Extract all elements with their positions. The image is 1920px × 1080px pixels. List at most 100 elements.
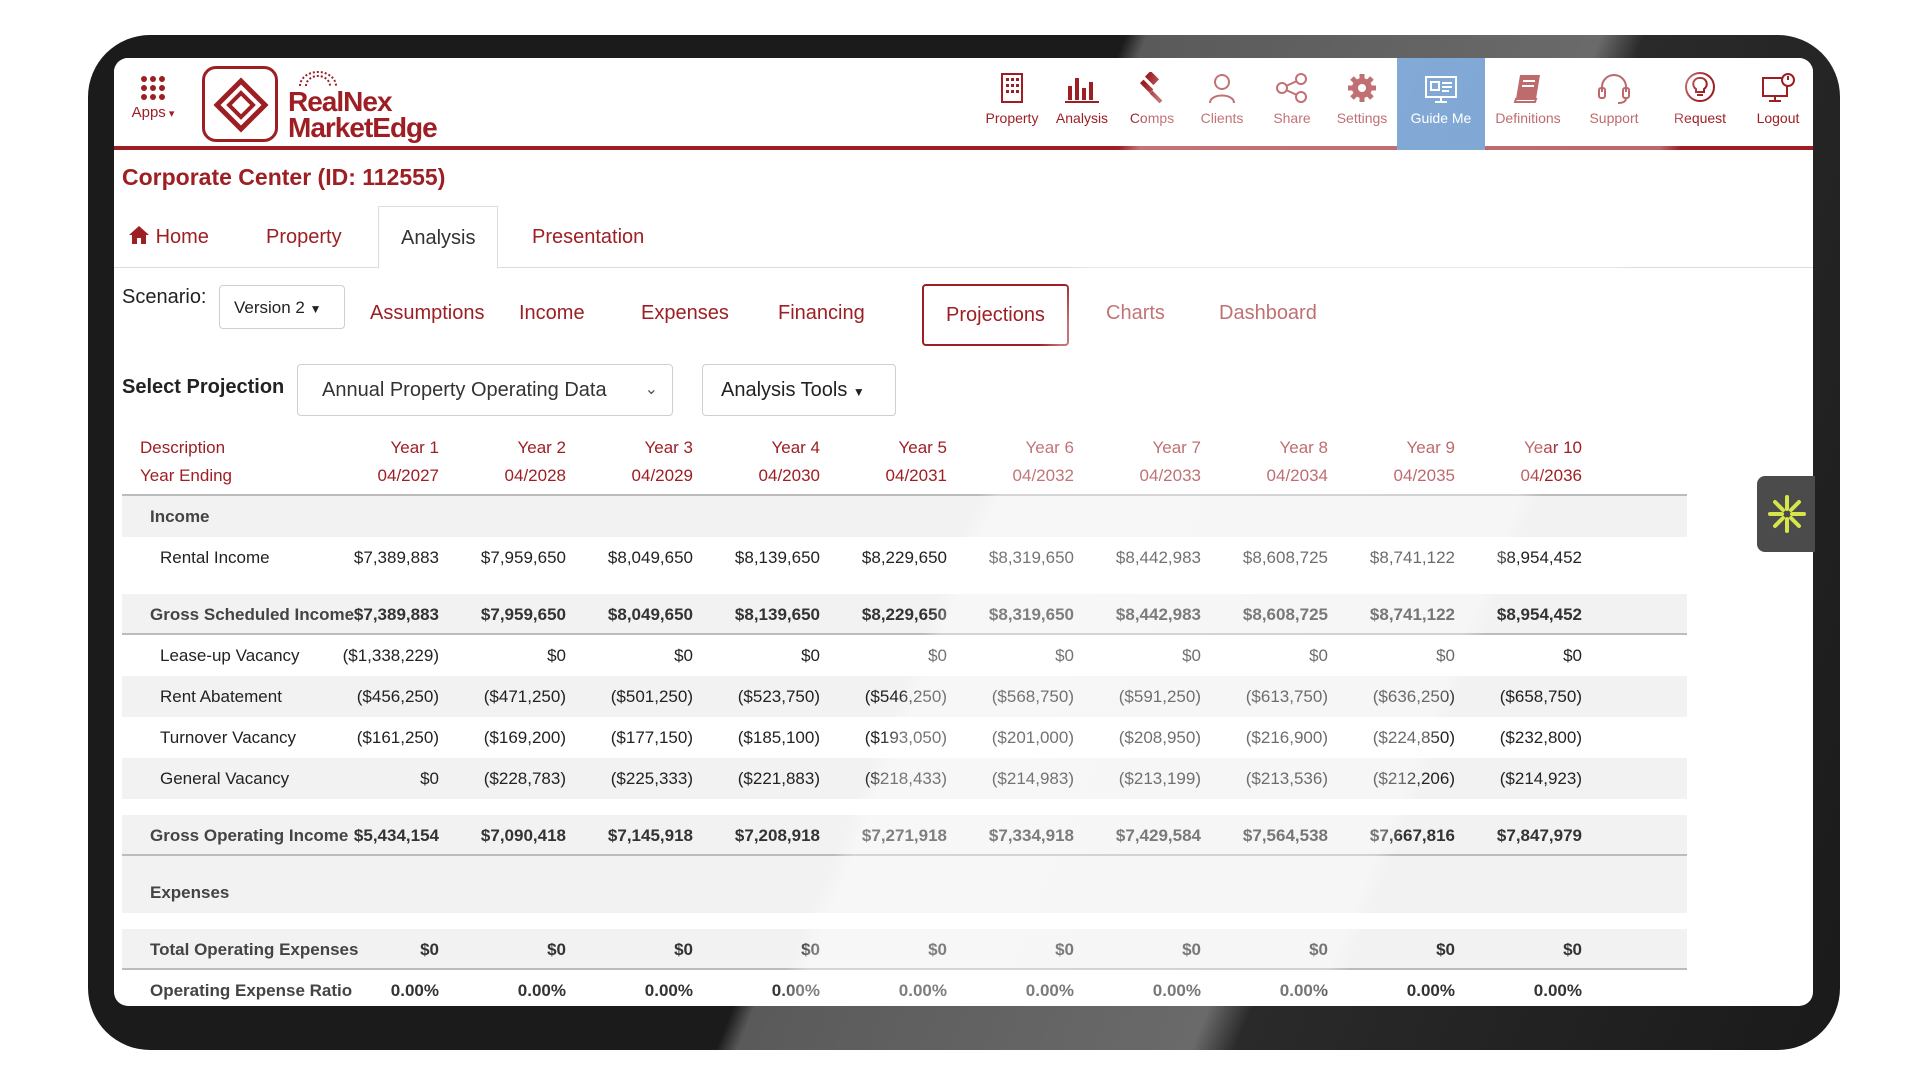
nav-share[interactable]: Share — [1257, 58, 1327, 150]
row-spacer — [122, 856, 1687, 872]
row-label: Lease-up Vacancy — [160, 646, 300, 665]
table-cell: $0 — [1309, 646, 1328, 665]
table-cell: 0.00% — [517, 981, 566, 1000]
side-help-widget[interactable] — [1757, 476, 1815, 552]
table-cell: ($221,883) — [737, 769, 820, 788]
table-cell: $8,954,452 — [1496, 605, 1582, 624]
nav-request[interactable]: Request — [1657, 58, 1743, 150]
row-label: Rental Income — [160, 548, 270, 567]
table-row: Gross Operating Income $5,434,154 $7,090,4… — [122, 815, 1687, 856]
subtab-dashboard[interactable]: Dashboard — [1219, 284, 1317, 346]
nav-guide-me[interactable]: Guide Me — [1397, 58, 1485, 150]
logo: RealNex MarketEdge — [202, 66, 462, 143]
nav-definitions-label: Definitions — [1495, 110, 1561, 126]
nav-settings[interactable]: Settings — [1327, 58, 1397, 150]
tab-analysis[interactable]: Analysis — [378, 206, 499, 269]
table-cell: ($225,333) — [610, 769, 693, 788]
table-cell: $8,049,650 — [607, 605, 693, 624]
nav-clients[interactable]: Clients — [1187, 58, 1257, 150]
table-cell: $0 — [674, 646, 693, 665]
logo-text-marketedge: MarketEdge — [288, 112, 438, 143]
nav-property[interactable]: Property — [977, 58, 1047, 150]
table-cell: ($208,950) — [1118, 728, 1201, 747]
row-label: General Vacancy — [160, 769, 290, 788]
header-description-label: Description — [140, 438, 226, 457]
table-cell: ($177,150) — [610, 728, 693, 747]
chevron-down-icon: ⌄ — [644, 381, 658, 398]
table-cell: $8,954,452 — [1496, 548, 1582, 567]
table-row: General Vacancy $0 ($228,783) ($225,333) ($2… — [122, 758, 1687, 799]
nav-comps[interactable]: Comps — [1117, 58, 1187, 150]
table-cell: ($216,900) — [1245, 728, 1328, 747]
table-cell: 0.00% — [644, 981, 693, 1000]
subtab-charts[interactable]: Charts — [1106, 284, 1165, 346]
section-income-label: Income — [150, 507, 210, 526]
analysis-tools-button[interactable]: Analysis Tools ▼ — [702, 364, 896, 416]
header-year-col: Year 3 04/2029 — [566, 434, 693, 490]
header-year-label: Year 10 — [1524, 438, 1582, 457]
table-row: Rent Abatement ($456,250) ($471,250) ($501,… — [122, 676, 1687, 717]
projection-select[interactable]: Annual Property Operating Data ⌄ — [297, 364, 673, 416]
subtab-income[interactable]: Income — [519, 284, 585, 346]
table-cell: $8,049,650 — [607, 548, 693, 567]
table-cell: $8,608,725 — [1242, 548, 1328, 567]
sparkle-icon — [1768, 495, 1806, 533]
header-year-ending: 04/2028 — [504, 466, 566, 485]
table-cell: $0 — [801, 646, 820, 665]
row-label: Turnover Vacancy — [160, 728, 297, 747]
table-row: Total Operating Expenses $0 $0 $0 $0 $0 $0 $0 $0… — [122, 929, 1687, 970]
table-cell: ($228,783) — [483, 769, 566, 788]
page-title: Corporate Center (ID: 112555) — [122, 164, 446, 190]
table-cell: ($568,750) — [991, 687, 1074, 706]
header-year-col: Year 1 04/2027 — [312, 434, 439, 490]
nav-support[interactable]: Support — [1571, 58, 1657, 150]
table-cell: 0.00% — [898, 981, 947, 1000]
header-year-col: Year 2 04/2028 — [439, 434, 566, 490]
header-year-col: Year 10 04/2036 — [1455, 434, 1582, 490]
header-year-ending-label: Year Ending — [140, 466, 233, 485]
subtab-expenses[interactable]: Expenses — [641, 284, 729, 346]
share-icon — [1276, 73, 1307, 103]
header-year-label: Year 4 — [771, 438, 820, 457]
table-cell: $8,229,650 — [861, 548, 947, 567]
table-cell: $7,090,418 — [480, 826, 566, 845]
tab-home[interactable]: Home — [128, 206, 209, 268]
table-cell: $8,741,122 — [1369, 605, 1455, 624]
nav-analysis[interactable]: Analysis — [1047, 58, 1117, 150]
subtab-projections[interactable]: Projections — [922, 284, 1069, 346]
table-cell: ($185,100) — [737, 728, 820, 747]
table-cell: 0.00% — [1279, 981, 1328, 1000]
table-row: Expenses — [122, 872, 1687, 913]
app-screen: Apps ▾ RealNex MarketEdge Property Analy… — [114, 58, 1813, 1006]
row-label: Rent Abatement — [160, 687, 282, 706]
apps-menu-button[interactable]: Apps ▾ — [124, 76, 182, 122]
caret-down-icon: ▼ — [309, 302, 322, 316]
headset-icon — [1598, 74, 1630, 104]
logo-mark-icon — [202, 66, 278, 142]
building-icon — [1001, 73, 1023, 103]
nav-logout[interactable]: Logout — [1743, 58, 1813, 150]
tab-property[interactable]: Property — [266, 206, 342, 268]
scenario-dropdown[interactable]: Version 2 ▼ — [219, 285, 345, 329]
table-cell: ($214,923) — [1499, 769, 1582, 788]
table-cell: $0 — [420, 940, 439, 959]
table-cell: $7,959,650 — [480, 548, 566, 567]
table-cell: ($471,250) — [483, 687, 566, 706]
table-cell: $7,389,883 — [353, 548, 439, 567]
nav-definitions[interactable]: Definitions — [1485, 58, 1571, 150]
nav-request-label: Request — [1673, 110, 1727, 126]
projection-table: Description Year Ending Year 1 04/2027 Yea… — [122, 428, 1687, 1006]
table-cell: 0.00% — [771, 981, 820, 1000]
table-cell: ($658,750) — [1499, 687, 1582, 706]
subtab-assumptions[interactable]: Assumptions — [370, 284, 485, 346]
table-cell: $8,319,650 — [988, 548, 1074, 567]
table-cell: $7,334,918 — [988, 826, 1074, 845]
table-cell: ($224,850) — [1372, 728, 1455, 747]
header-year-col: Year 5 04/2031 — [820, 434, 947, 490]
header-year-label: Year 1 — [390, 438, 439, 457]
table-cell: $7,959,650 — [480, 605, 566, 624]
table-cell: $7,208,918 — [734, 826, 820, 845]
header-year-col: Year 8 04/2034 — [1201, 434, 1328, 490]
subtab-financing[interactable]: Financing — [778, 284, 865, 346]
tab-presentation[interactable]: Presentation — [532, 206, 644, 268]
